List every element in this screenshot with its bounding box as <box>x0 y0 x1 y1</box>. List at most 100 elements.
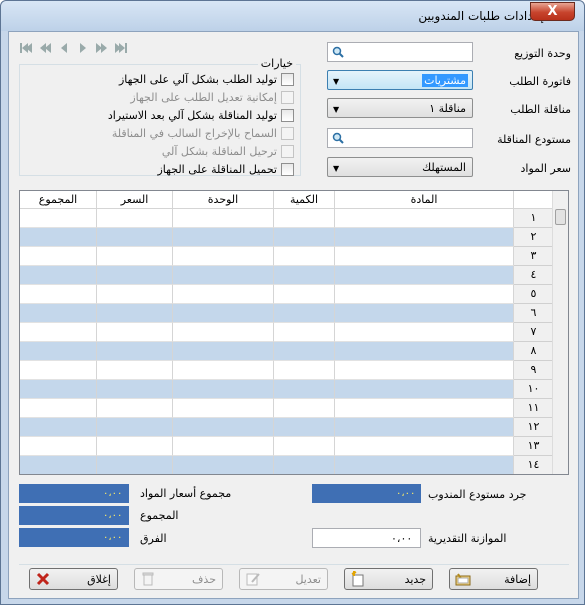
table-row[interactable]: ١٢ <box>20 418 554 437</box>
prev-record-icon[interactable] <box>36 40 53 56</box>
row-number: ٣ <box>514 247 554 266</box>
first-record-icon[interactable] <box>17 40 34 56</box>
rep-warehouse-inventory-label: جرد مستودع المندوب <box>428 488 527 501</box>
option-label: إمكانية تعديل الطلب على الجهاز <box>130 90 277 104</box>
select-value: المستهلك <box>422 160 466 174</box>
row-number: ٤ <box>514 266 554 285</box>
checkbox[interactable] <box>281 162 294 176</box>
row-number: ٢ <box>514 228 554 247</box>
table-row[interactable]: ٢ <box>20 228 554 247</box>
window-close-button[interactable]: X <box>530 2 575 21</box>
column-header-quantity[interactable]: الكمية <box>274 191 335 208</box>
table-row[interactable]: ٩ <box>20 361 554 380</box>
row-number: ١٣ <box>514 437 554 456</box>
option-allow-edit-order[interactable]: إمكانية تعديل الطلب على الجهاز <box>130 90 294 104</box>
last-record-icon[interactable] <box>112 40 129 56</box>
option-allow-negative-output[interactable]: السماح بالإخراج السالب في المناقلة <box>112 126 294 140</box>
scrollbar-thumb[interactable] <box>555 209 566 225</box>
edit-button[interactable]: تعديل <box>239 568 328 590</box>
column-header-material[interactable]: المادة <box>335 191 514 208</box>
button-label: إضافة <box>504 572 531 586</box>
forward-icon[interactable] <box>74 40 91 56</box>
title-bar[interactable]: إعدادات طلبات المندوبين X <box>1 1 584 31</box>
checkbox[interactable] <box>281 126 294 140</box>
chevron-down-icon: ▼ <box>333 77 340 86</box>
table-row[interactable]: ١٠ <box>20 380 554 399</box>
select-value: مشتريات <box>422 73 468 87</box>
table-row[interactable]: ١ <box>20 209 554 228</box>
column-header-total[interactable]: المجموع <box>20 191 97 208</box>
button-label: حذف <box>192 572 216 586</box>
option-auto-generate-transfer[interactable]: توليد المناقلة بشكل آلي بعد الاستيراد <box>108 108 294 122</box>
items-grid[interactable]: المجموع السعر الوحدة الكمية المادة ١ ٢ ٣… <box>19 190 569 475</box>
difference-label: الفرق <box>140 532 167 545</box>
chevron-down-icon: ▼ <box>333 164 340 173</box>
table-row[interactable]: ٧ <box>20 323 554 342</box>
table-row[interactable]: ٤ <box>20 266 554 285</box>
table-row[interactable]: ١١ <box>20 399 554 418</box>
row-number: ١٤ <box>514 456 554 474</box>
row-number: ٨ <box>514 342 554 361</box>
option-label: ترحيل المناقلة بشكل آلي <box>161 144 277 158</box>
option-label: السماح بالإخراج السالب في المناقلة <box>111 126 277 140</box>
row-number: ١٠ <box>514 380 554 399</box>
edit-icon <box>244 571 262 587</box>
table-row[interactable]: ٥ <box>20 285 554 304</box>
transfer-warehouse-label: مستودع المناقلة <box>497 133 571 146</box>
table-row[interactable]: ٦ <box>20 304 554 323</box>
settings-window: إعدادات طلبات المندوبين X خيارات توليد ا… <box>0 0 585 605</box>
option-load-transfer-device[interactable]: تحميل المناقلة على الجهاز <box>157 162 294 176</box>
difference-value: ٠،٠٠ <box>19 528 129 547</box>
order-transfer-select[interactable]: مناقلة ١ ▼ <box>327 98 473 118</box>
checkbox[interactable] <box>281 90 294 104</box>
material-price-select[interactable]: المستهلك ▼ <box>327 157 473 177</box>
distribution-unit-field[interactable] <box>327 42 473 62</box>
option-label: توليد الطلب بشكل آلي على الجهاز <box>118 72 277 86</box>
option-auto-post-transfer[interactable]: ترحيل المناقلة بشكل آلي <box>162 144 294 158</box>
column-header-price[interactable]: السعر <box>97 191 173 208</box>
total-label: المجموع <box>140 509 179 522</box>
table-row[interactable]: ١٣ <box>20 437 554 456</box>
table-row[interactable]: ٣ <box>20 247 554 266</box>
order-transfer-label: مناقلة الطلب <box>510 103 571 116</box>
estimated-budget-label: الموازنة التقديرية <box>428 532 507 545</box>
material-price-label: سعر المواد <box>520 162 572 175</box>
search-icon[interactable] <box>332 46 344 61</box>
table-row[interactable]: ٨ <box>20 342 554 361</box>
record-navigator <box>17 40 129 56</box>
grid-header: المجموع السعر الوحدة الكمية المادة <box>20 191 554 209</box>
order-invoice-select[interactable]: مشتريات ▼ <box>327 70 473 90</box>
back-icon[interactable] <box>55 40 72 56</box>
options-group-title: خيارات <box>257 57 296 70</box>
column-header-unit[interactable]: الوحدة <box>173 191 274 208</box>
add-button[interactable]: إضافة <box>449 568 538 590</box>
option-label: تحميل المناقلة على الجهاز <box>157 162 277 176</box>
row-number: ١٢ <box>514 418 554 437</box>
rep-warehouse-inventory-value: ٠،٠٠ <box>312 484 421 503</box>
new-icon <box>349 571 367 587</box>
checkbox[interactable] <box>281 72 294 86</box>
grid-rows: ١ ٢ ٣ ٤ ٥ ٦ ٧ ٨ ٩ ١٠ ١١ ١٢ ١٣ ١٤ <box>20 209 554 474</box>
row-number: ١ <box>514 209 554 228</box>
select-value: مناقلة ١ <box>429 101 466 115</box>
row-number: ٦ <box>514 304 554 323</box>
new-button[interactable]: جديد <box>344 568 433 590</box>
grid-vertical-scrollbar[interactable] <box>552 191 568 474</box>
button-label: إغلاق <box>87 572 111 586</box>
checkbox[interactable] <box>281 108 294 122</box>
option-auto-generate-order[interactable]: توليد الطلب بشكل آلي على الجهاز <box>119 72 294 86</box>
estimated-budget-field[interactable]: ٠،٠٠ <box>312 528 421 548</box>
window-title: إعدادات طلبات المندوبين <box>418 9 544 23</box>
row-number: ٥ <box>514 285 554 304</box>
search-icon[interactable] <box>332 132 344 147</box>
add-icon <box>454 571 472 587</box>
close-button[interactable]: إغلاق <box>29 568 118 590</box>
transfer-warehouse-field[interactable] <box>327 128 473 148</box>
checkbox[interactable] <box>281 144 294 158</box>
column-header-row-number <box>514 191 554 208</box>
table-row[interactable]: ١٤ <box>20 456 554 474</box>
materials-prices-total-label: مجموع أسعار المواد <box>140 487 232 500</box>
next-record-icon[interactable] <box>93 40 110 56</box>
delete-button[interactable]: حذف <box>134 568 223 590</box>
client-area: خيارات توليد الطلب بشكل آلي على الجهاز إ… <box>8 31 579 599</box>
